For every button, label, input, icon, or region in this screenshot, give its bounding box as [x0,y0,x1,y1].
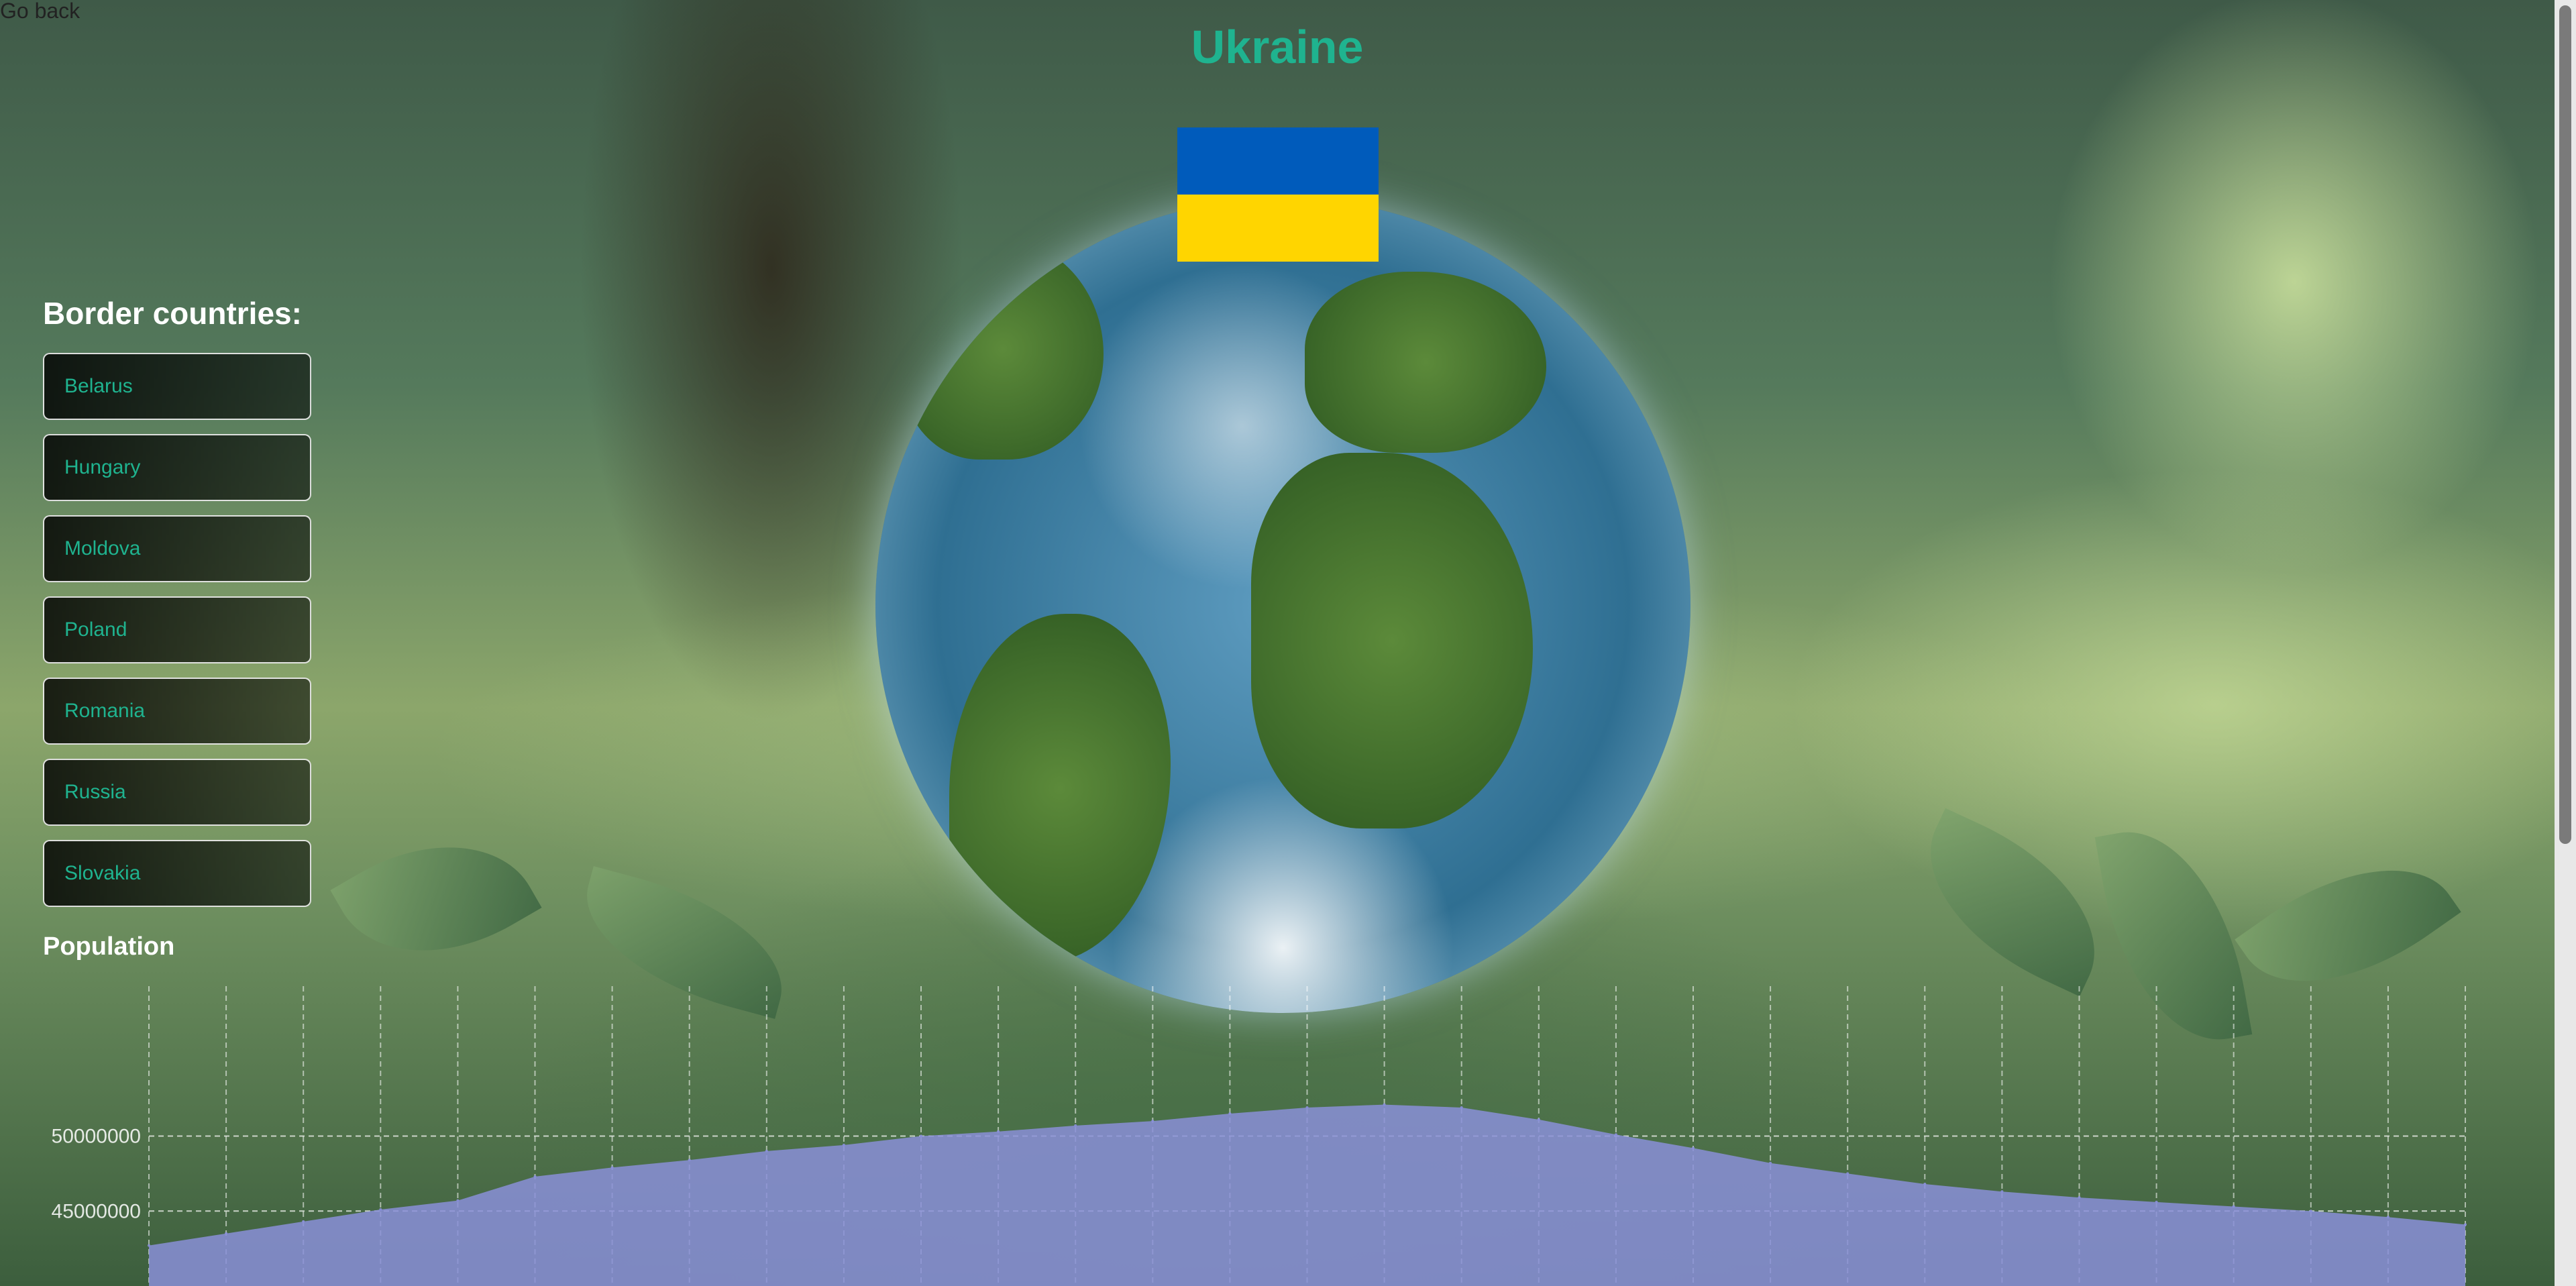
chart-data-point [302,1220,305,1223]
continent-europe [1305,272,1546,453]
chart-data-point [688,1159,691,1162]
country-title: Ukraine [1191,21,1364,73]
chart-data-point [1228,1112,1232,1115]
border-countries-heading: Border countries: [43,296,302,331]
chart-area-series [149,1104,2465,1286]
vertical-scrollbar[interactable] [2555,0,2576,1286]
chart-data-point [2078,1196,2081,1199]
flag-stripe-blue [1177,127,1379,195]
scrollbar-thumb[interactable] [2559,5,2571,844]
chart-y-tick-label: 50000000 [52,1126,141,1148]
chart-data-point [2386,1216,2390,1219]
go-back-button[interactable]: Go back [0,0,80,21]
chart-data-point [456,1199,460,1202]
chart-data-point [148,1244,150,1247]
population-heading: Population [43,932,175,961]
chart-data-point [225,1232,228,1235]
globe-image [875,198,1690,1013]
chart-data-point [997,1130,1000,1133]
chart-data-point [1769,1161,1772,1165]
border-country-button[interactable]: Belarus [43,353,311,420]
chart-data-point [2464,1223,2467,1226]
chart-data-point [1074,1124,1077,1127]
border-countries-list: Belarus Hungary Moldova Poland Romania R… [43,353,311,921]
chart-data-point [765,1149,768,1153]
chart-data-point [920,1134,922,1138]
chart-data-point [533,1175,537,1178]
chart-data-point [1305,1106,1309,1110]
country-flag [1177,127,1379,262]
border-country-button[interactable]: Romania [43,678,311,745]
chart-data-point [1692,1146,1695,1150]
chart-data-point [2309,1210,2312,1213]
chart-data-point [2232,1205,2235,1208]
chart-data-point [1151,1120,1155,1123]
chart-data-point [610,1166,614,1169]
chart-data-point [1614,1133,1617,1136]
chart-data-point [1923,1183,1927,1186]
continent-africa [1251,453,1533,828]
border-country-button[interactable]: Poland [43,596,311,663]
chart-data-point [2000,1190,2004,1193]
border-country-button[interactable]: Russia [43,759,311,826]
chart-data-point [1383,1103,1386,1106]
chart-data-point [379,1208,382,1212]
chart-data-point [2155,1200,2158,1203]
border-country-button[interactable]: Moldova [43,515,311,582]
border-country-button[interactable]: Hungary [43,434,311,501]
chart-data-point [1460,1106,1463,1110]
chart-y-tick-label: 45000000 [52,1200,141,1222]
chart-data-point [1537,1118,1540,1121]
border-country-button[interactable]: Slovakia [43,840,311,907]
continent-south-america [949,614,1171,963]
flag-stripe-yellow [1177,195,1379,262]
continent-north-america [902,238,1104,460]
chart-data-point [842,1143,845,1146]
population-chart: 50000000 45000000 [52,986,2467,1286]
chart-data-point [1846,1172,1849,1175]
